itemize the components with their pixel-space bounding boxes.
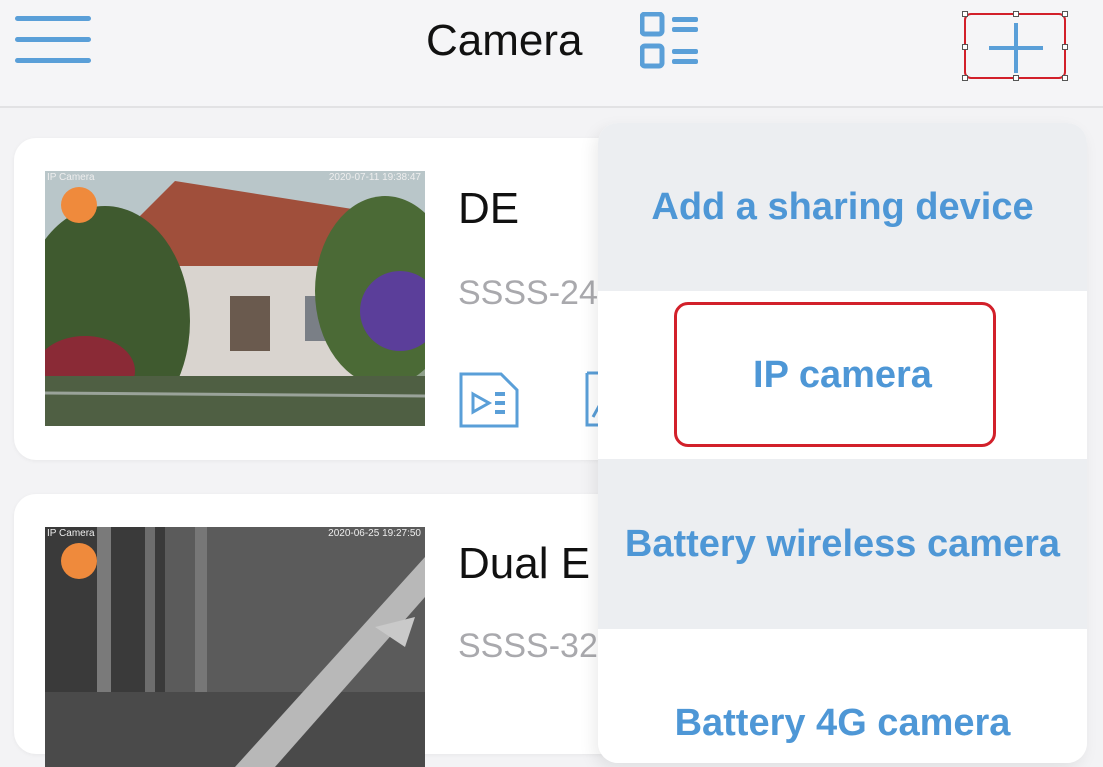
camera-card[interactable]: IP Camera 2020-07-11 19:38:47 DE SSSS-24: [14, 138, 654, 460]
camera-card[interactable]: IP Camera 2020-06-25 19:27:50 Dual E SSS…: [14, 494, 654, 767]
camera-thumbnail[interactable]: IP Camera 2020-07-11 19:38:47: [45, 171, 425, 426]
menu-item-ip-camera[interactable]: IP camera: [598, 291, 1087, 459]
camera-id: SSSS-32: [458, 627, 598, 665]
camera-thumbnail[interactable]: IP Camera 2020-06-25 19:27:50: [45, 527, 425, 767]
camera-name: DE: [458, 184, 520, 233]
add-device-button[interactable]: [962, 11, 1068, 81]
page-title: Camera: [426, 16, 583, 65]
top-bar: Camera: [0, 0, 1103, 108]
camera-id: SSSS-24: [458, 274, 598, 312]
camera-name: Dual E: [458, 539, 591, 588]
menu-item-add-sharing-device[interactable]: Add a sharing device: [598, 123, 1087, 291]
status-dot: [61, 543, 97, 579]
menu-item-battery-wireless-camera[interactable]: Battery wireless camera: [598, 459, 1087, 629]
menu-item-battery-4g-camera[interactable]: Battery 4G camera: [598, 629, 1087, 763]
thumbnail-timestamp: 2020-07-11 19:38:47: [328, 172, 421, 183]
thumbnail-timestamp: 2020-06-25 19:27:50: [328, 528, 421, 539]
status-dot: [61, 187, 97, 223]
camera-snapshot-image: [45, 171, 425, 426]
playback-icon[interactable]: [457, 370, 521, 435]
thumbnail-label: IP Camera: [47, 172, 95, 183]
thumbnail-label: IP Camera: [47, 528, 95, 539]
plus-icon: [989, 23, 1043, 73]
hamburger-menu-icon[interactable]: [15, 14, 93, 66]
camera-snapshot-image: [45, 527, 425, 767]
add-device-menu: Add a sharing device IP camera Battery w…: [598, 123, 1087, 763]
grid-list-icon[interactable]: [639, 11, 702, 70]
